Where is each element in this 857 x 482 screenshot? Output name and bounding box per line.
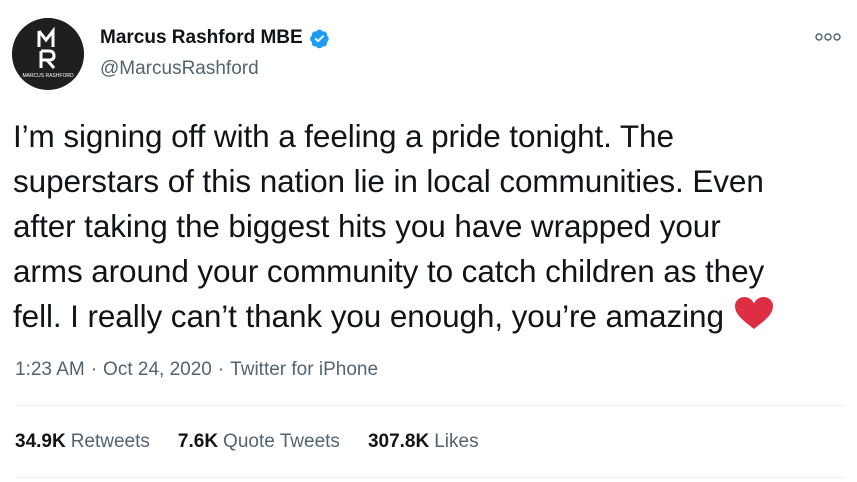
verified-badge-icon — [309, 28, 330, 49]
retweets-stat[interactable]: 34.9K Retweets — [15, 431, 150, 453]
tweet-text-line: arms around your community to catch chil… — [13, 253, 765, 289]
tweet-date: Oct 24, 2020 — [103, 359, 212, 380]
tweet-time-link[interactable]: 1:23 AM · Oct 24, 2020 — [15, 359, 212, 380]
author-handle[interactable]: @MarcusRashford — [100, 58, 259, 80]
meta-separator: · — [90, 359, 98, 380]
tweet-text-line: after taking the biggest hits you have w… — [13, 208, 721, 244]
stat-label: Retweets — [70, 431, 150, 452]
author-display-name[interactable]: Marcus Rashford MBE — [100, 27, 303, 49]
likes-stat[interactable]: 307.8K Likes — [368, 431, 479, 453]
tweet-text-line: I’m signing off with a feeling a pride t… — [13, 118, 674, 154]
tweet-text-line: fell. I really can’t thank you enough, y… — [13, 298, 724, 334]
tweet-meta: 1:23 AM · Oct 24, 2020 · Twitter for iPhone — [15, 359, 378, 381]
stat-count: 7.6K — [177, 431, 219, 452]
stat-count: 307.8K — [367, 431, 430, 452]
tweet-card: MARCUS RASHFORD Marcus Rashford MBE @Mar… — [0, 0, 857, 482]
tweet-text: I’m signing off with a feeling a pride t… — [13, 114, 843, 339]
quote-tweets-stat[interactable]: 7.6K Quote Tweets — [178, 431, 340, 453]
divider — [15, 405, 845, 406]
tweet-text-line: superstars of this nation lie in local c… — [13, 163, 764, 199]
stat-label: Likes — [434, 431, 479, 452]
meta-separator: · — [217, 359, 225, 380]
stat-count: 34.9K — [15, 431, 66, 452]
tweet-source-link[interactable]: Twitter for iPhone — [230, 359, 378, 380]
avatar-caption: MARCUS RASHFORD — [22, 73, 74, 79]
avatar-image: MARCUS RASHFORD — [12, 18, 84, 90]
stat-label: Quote Tweets — [223, 431, 340, 452]
tweet-time: 1:23 AM — [15, 359, 85, 380]
heart-icon — [734, 296, 774, 330]
author-name-row[interactable]: Marcus Rashford MBE — [100, 27, 330, 49]
divider — [15, 477, 845, 478]
avatar[interactable]: MARCUS RASHFORD — [12, 18, 84, 90]
engagement-stats: 34.9K Retweets 7.6K Quote Tweets 307.8K Lik… — [15, 431, 507, 453]
more-options-icon[interactable] — [812, 27, 844, 47]
tweet-text-line-last: fell. I really can’t thank you enough, y… — [13, 294, 843, 339]
